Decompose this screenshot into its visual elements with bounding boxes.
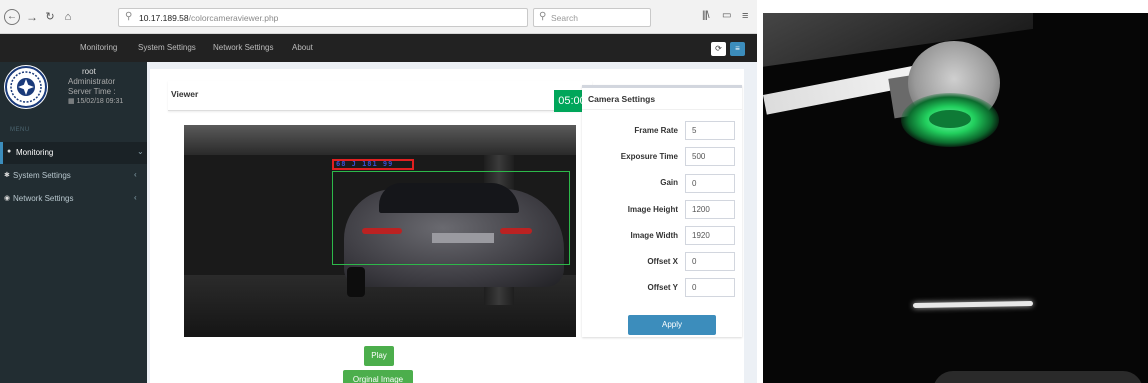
- photo-indicator-center: [929, 110, 971, 128]
- play-button[interactable]: Play: [364, 346, 394, 366]
- image-width-input[interactable]: 1920: [685, 226, 735, 245]
- content-area: Viewer 05:00 68 J 181 99 Play Orginal Im…: [147, 62, 757, 383]
- sidebar-menu-header: MENU: [10, 127, 30, 133]
- image-width-label: Image Width: [630, 231, 678, 240]
- nav-monitoring[interactable]: Monitoring: [80, 43, 117, 52]
- app-navbar: Monitoring System Settings Network Setti…: [0, 34, 757, 62]
- home-icon[interactable]: ⌂: [60, 9, 76, 25]
- server-date: 15/02/18 09:31: [76, 98, 124, 105]
- frame-rate-label: Frame Rate: [634, 126, 678, 135]
- offset-y-label: Offset Y: [647, 283, 678, 292]
- calendar-icon: ▦: [68, 98, 75, 105]
- url-host: 10.17.189.58: [139, 13, 189, 23]
- nav-about[interactable]: About: [292, 43, 313, 52]
- plate-ocr-text: 68 J 181 99: [336, 160, 394, 168]
- sidebar-item-network-settings[interactable]: ◉ Network Settings ‹: [0, 188, 147, 210]
- sidebar-item-label: System Settings: [13, 171, 71, 180]
- browser-toolbar: ← → ↻ ⌂ ⚲ 10.17.189.58/colorcameraviewer…: [0, 0, 757, 34]
- url-path: /colorcameraviewer.php: [188, 13, 279, 23]
- hamburger-menu-icon[interactable]: ≡: [742, 10, 748, 22]
- chevron-left-icon: ‹: [134, 170, 137, 179]
- library-icon[interactable]: |||\: [702, 10, 710, 21]
- viewer-box: Viewer 05:00 68 J 181 99 Play Orginal Im…: [168, 81, 592, 383]
- image-height-label: Image Height: [627, 205, 678, 214]
- sidebar-item-system-settings[interactable]: ✱ System Settings ‹: [0, 165, 147, 187]
- nav-system-settings[interactable]: System Settings: [138, 43, 196, 52]
- chevron-down-icon: ⌄: [137, 147, 144, 156]
- gain-input[interactable]: 0: [685, 174, 735, 193]
- camera-settings-header: Camera Settings: [582, 88, 742, 110]
- user-panel: root Administrator Server Time : ▦ 15/02…: [0, 62, 147, 120]
- browser-search-input[interactable]: ⚲ Search: [533, 8, 651, 27]
- offset-x-label: Offset X: [647, 257, 678, 266]
- viewer-header: Viewer 05:00: [168, 81, 592, 112]
- address-bar[interactable]: ⚲ 10.17.189.58/colorcameraviewer.php: [118, 8, 528, 27]
- image-height-input[interactable]: 1200: [685, 200, 735, 219]
- sidebar: root Administrator Server Time : ▦ 15/02…: [0, 62, 147, 383]
- camera-feed: 68 J 181 99: [184, 125, 576, 337]
- gain-label: Gain: [660, 178, 678, 187]
- browser-window: ← → ↻ ⌂ ⚲ 10.17.189.58/colorcameraviewer…: [0, 0, 757, 383]
- university-seal-icon: [5, 66, 47, 108]
- camera-settings-box: Camera Settings Frame Rate 5 Exposure Ti…: [582, 85, 742, 337]
- sidebar-item-label: Monitoring: [16, 148, 54, 157]
- chevron-left-icon: ‹: [134, 193, 137, 202]
- exposure-time-label: Exposure Time: [620, 152, 678, 161]
- reload-icon[interactable]: ↻: [42, 9, 58, 25]
- frame-rate-input[interactable]: 5: [685, 121, 735, 140]
- server-time-value: ▦ 15/02/18 09:31: [68, 97, 123, 105]
- feed-wheel: [347, 267, 365, 297]
- photo-car-roof: [933, 371, 1143, 383]
- feed-ceiling: [184, 125, 576, 155]
- exposure-time-input[interactable]: 500: [685, 147, 735, 166]
- list-icon[interactable]: ≡: [730, 42, 745, 56]
- sidebar-item-monitoring[interactable]: ● Monitoring ⌄: [0, 142, 147, 164]
- camera-settings-title: Camera Settings: [588, 94, 656, 104]
- user-role: Administrator: [68, 77, 116, 86]
- back-arrow-icon[interactable]: ←: [4, 9, 20, 25]
- search-icon: ⚲: [125, 11, 133, 22]
- apply-button[interactable]: Apply: [628, 315, 716, 335]
- globe-icon: ◉: [4, 195, 11, 202]
- forward-arrow-icon[interactable]: →: [24, 9, 40, 25]
- vehicle-detection-box: [332, 171, 570, 265]
- power-icon[interactable]: ⟳: [711, 42, 726, 56]
- offset-x-input[interactable]: 0: [685, 252, 735, 271]
- parking-sensor-photo: [763, 13, 1148, 383]
- content-panel: Viewer 05:00 68 J 181 99 Play Orginal Im…: [150, 69, 744, 383]
- gear-icon: ✱: [4, 172, 10, 179]
- original-image-button[interactable]: Orginal Image: [343, 370, 413, 383]
- search-placeholder: Search: [551, 13, 578, 23]
- user-name: root: [82, 67, 96, 76]
- url-text: 10.17.189.58/colorcameraviewer.php: [139, 13, 278, 23]
- viewer-title: Viewer: [171, 89, 199, 99]
- avatar: [4, 65, 48, 109]
- server-time-label: Server Time :: [68, 87, 116, 96]
- sidebar-toggle-icon[interactable]: ▭: [722, 10, 731, 21]
- photo-distant-light: [912, 300, 1034, 309]
- nav-network-settings[interactable]: Network Settings: [213, 43, 273, 52]
- search-icon: ⚲: [539, 11, 547, 22]
- sidebar-item-label: Network Settings: [13, 194, 74, 203]
- dashboard-icon: ●: [7, 148, 12, 155]
- offset-y-input[interactable]: 0: [685, 278, 735, 297]
